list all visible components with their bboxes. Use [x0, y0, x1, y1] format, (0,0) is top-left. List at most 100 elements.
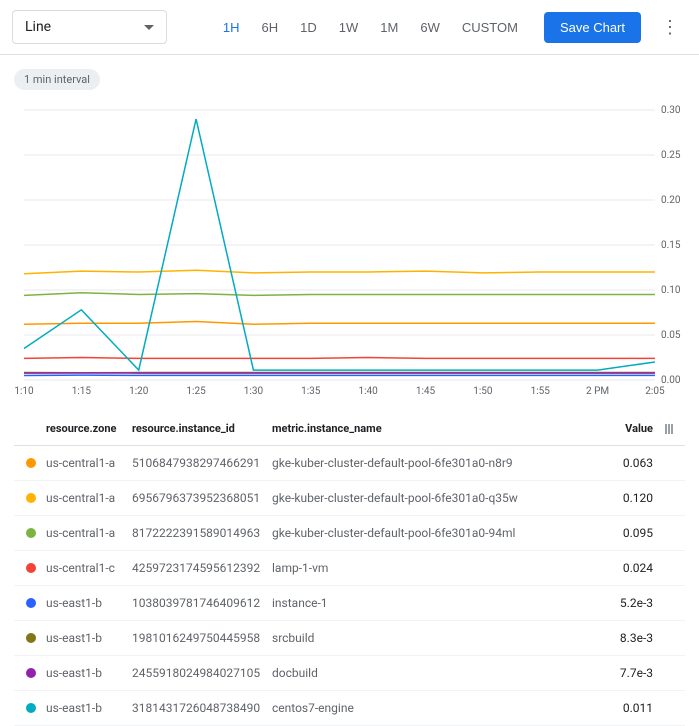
header-zone[interactable]: resource.zone [22, 422, 132, 435]
toolbar: Line 1H6H1D1W1M6WCUSTOM Save Chart ⋮ [0, 0, 699, 55]
svg-text:0.15: 0.15 [661, 240, 681, 251]
table-row[interactable]: us-east1-b 3181431726048738490 centos7-e… [14, 691, 685, 726]
svg-text:0.00: 0.00 [661, 375, 681, 386]
cell-value: 0.011 [603, 701, 653, 715]
svg-text:1:15: 1:15 [72, 386, 92, 397]
time-range-1m[interactable]: 1M [370, 12, 408, 43]
svg-text:1:10: 1:10 [14, 386, 34, 397]
cell-instance-name: instance-1 [272, 596, 603, 610]
table-row[interactable]: us-central1-c 4259723174595612392 lamp-1… [14, 551, 685, 586]
svg-text:1:30: 1:30 [244, 386, 264, 397]
time-range-selector: 1H6H1D1W1M6WCUSTOM [213, 12, 528, 43]
time-range-1d[interactable]: 1D [290, 12, 327, 43]
series-color-dot [26, 563, 36, 573]
chevron-down-icon [144, 25, 154, 30]
column-config-button[interactable] [653, 422, 677, 435]
svg-text:1:45: 1:45 [416, 386, 436, 397]
cell-instance-id: 3181431726048738490 [132, 701, 272, 715]
cell-instance-name: lamp-1-vm [272, 561, 603, 575]
more-menu-button[interactable]: ⋮ [653, 13, 687, 42]
cell-instance-id: 1038039781746409612 [132, 596, 272, 610]
zone-label: us-east1-b [46, 666, 102, 680]
chart-type-label: Line [25, 19, 51, 35]
series-color-dot [26, 703, 36, 713]
cell-value: 0.120 [603, 491, 653, 505]
cell-instance-name: srcbuild [272, 631, 603, 645]
cell-zone: us-east1-b [22, 631, 132, 645]
cell-zone: us-central1-a [22, 456, 132, 470]
svg-text:1:50: 1:50 [473, 386, 493, 397]
cell-instance-name: centos7-engine [272, 701, 603, 715]
cell-instance-name: gke-kuber-cluster-default-pool-6fe301a0-… [272, 491, 603, 505]
cell-instance-id: 4259723174595612392 [132, 561, 272, 575]
cell-instance-id: 8172222391589014963 [132, 526, 272, 540]
cell-instance-id: 2455918024984027105 [132, 666, 272, 680]
time-range-6w[interactable]: 6W [410, 12, 450, 43]
header-instance-name[interactable]: metric.instance_name [272, 422, 603, 435]
svg-text:0.20: 0.20 [661, 195, 681, 206]
time-range-6h[interactable]: 6H [252, 12, 289, 43]
zone-label: us-east1-b [46, 596, 102, 610]
columns-icon [665, 424, 677, 434]
table-row[interactable]: us-east1-b 1981016249750445958 srcbuild … [14, 621, 685, 656]
zone-label: us-central1-a [46, 526, 115, 540]
cell-zone: us-central1-c [22, 561, 132, 575]
zone-label: us-east1-b [46, 701, 102, 715]
interval-badge: 1 min interval [14, 69, 100, 90]
cell-instance-id: 5106847938297466291 [132, 456, 272, 470]
cell-zone: us-east1-b [22, 701, 132, 715]
svg-text:1:25: 1:25 [186, 386, 206, 397]
cell-instance-name: gke-kuber-cluster-default-pool-6fe301a0-… [272, 456, 603, 470]
chart-type-dropdown[interactable]: Line [12, 10, 167, 44]
time-range-1h[interactable]: 1H [213, 12, 250, 43]
svg-text:1:40: 1:40 [359, 386, 379, 397]
table-row[interactable]: us-central1-a 6956796373952368051 gke-ku… [14, 481, 685, 516]
zone-label: us-central1-c [46, 561, 115, 575]
cell-value: 0.095 [603, 526, 653, 540]
cell-value: 7.7e-3 [603, 666, 653, 680]
cell-instance-name: docbuild [272, 666, 603, 680]
header-value[interactable]: Value [603, 422, 653, 435]
cell-instance-id: 6956796373952368051 [132, 491, 272, 505]
table-row[interactable]: us-east1-b 2455918024984027105 docbuild … [14, 656, 685, 691]
svg-text:0.05: 0.05 [661, 330, 681, 341]
series-color-dot [26, 458, 36, 468]
line-chart[interactable]: 0.00 0.05 0.10 0.15 0.20 0.25 0.30 1:10 1:15 1:20… [14, 100, 685, 400]
svg-text:2:05: 2:05 [645, 386, 665, 397]
zone-label: us-central1-a [46, 456, 115, 470]
svg-text:1:35: 1:35 [301, 386, 321, 397]
cell-value: 5.2e-3 [603, 596, 653, 610]
table-row[interactable]: us-central1-a 8172222391589014963 gke-ku… [14, 516, 685, 551]
more-vert-icon: ⋮ [661, 17, 679, 37]
series-color-dot [26, 528, 36, 538]
cell-instance-name: gke-kuber-cluster-default-pool-6fe301a0-… [272, 526, 603, 540]
svg-text:1:55: 1:55 [531, 386, 551, 397]
svg-text:1:20: 1:20 [129, 386, 149, 397]
legend-table: resource.zone resource.instance_id metri… [14, 412, 685, 726]
svg-text:2 PM: 2 PM [586, 386, 609, 397]
cell-zone: us-central1-a [22, 526, 132, 540]
cell-value: 8.3e-3 [603, 631, 653, 645]
table-row[interactable]: us-east1-b 1038039781746409612 instance-… [14, 586, 685, 621]
series-color-dot [26, 493, 36, 503]
series-color-dot [26, 668, 36, 678]
cell-value: 0.063 [603, 456, 653, 470]
series-color-dot [26, 598, 36, 608]
save-chart-button[interactable]: Save Chart [544, 12, 641, 43]
svg-text:0.10: 0.10 [661, 285, 681, 296]
time-range-1w[interactable]: 1W [329, 12, 369, 43]
zone-label: us-east1-b [46, 631, 102, 645]
cell-zone: us-central1-a [22, 491, 132, 505]
table-header-row: resource.zone resource.instance_id metri… [14, 412, 685, 446]
cell-zone: us-east1-b [22, 666, 132, 680]
table-row[interactable]: us-central1-a 5106847938297466291 gke-ku… [14, 446, 685, 481]
cell-value: 0.024 [603, 561, 653, 575]
series-color-dot [26, 633, 36, 643]
time-range-custom[interactable]: CUSTOM [452, 12, 528, 43]
cell-instance-id: 1981016249750445958 [132, 631, 272, 645]
cell-zone: us-east1-b [22, 596, 132, 610]
svg-text:0.25: 0.25 [661, 150, 681, 161]
zone-label: us-central1-a [46, 491, 115, 505]
svg-text:0.30: 0.30 [661, 105, 681, 116]
header-instance-id[interactable]: resource.instance_id [132, 422, 272, 435]
